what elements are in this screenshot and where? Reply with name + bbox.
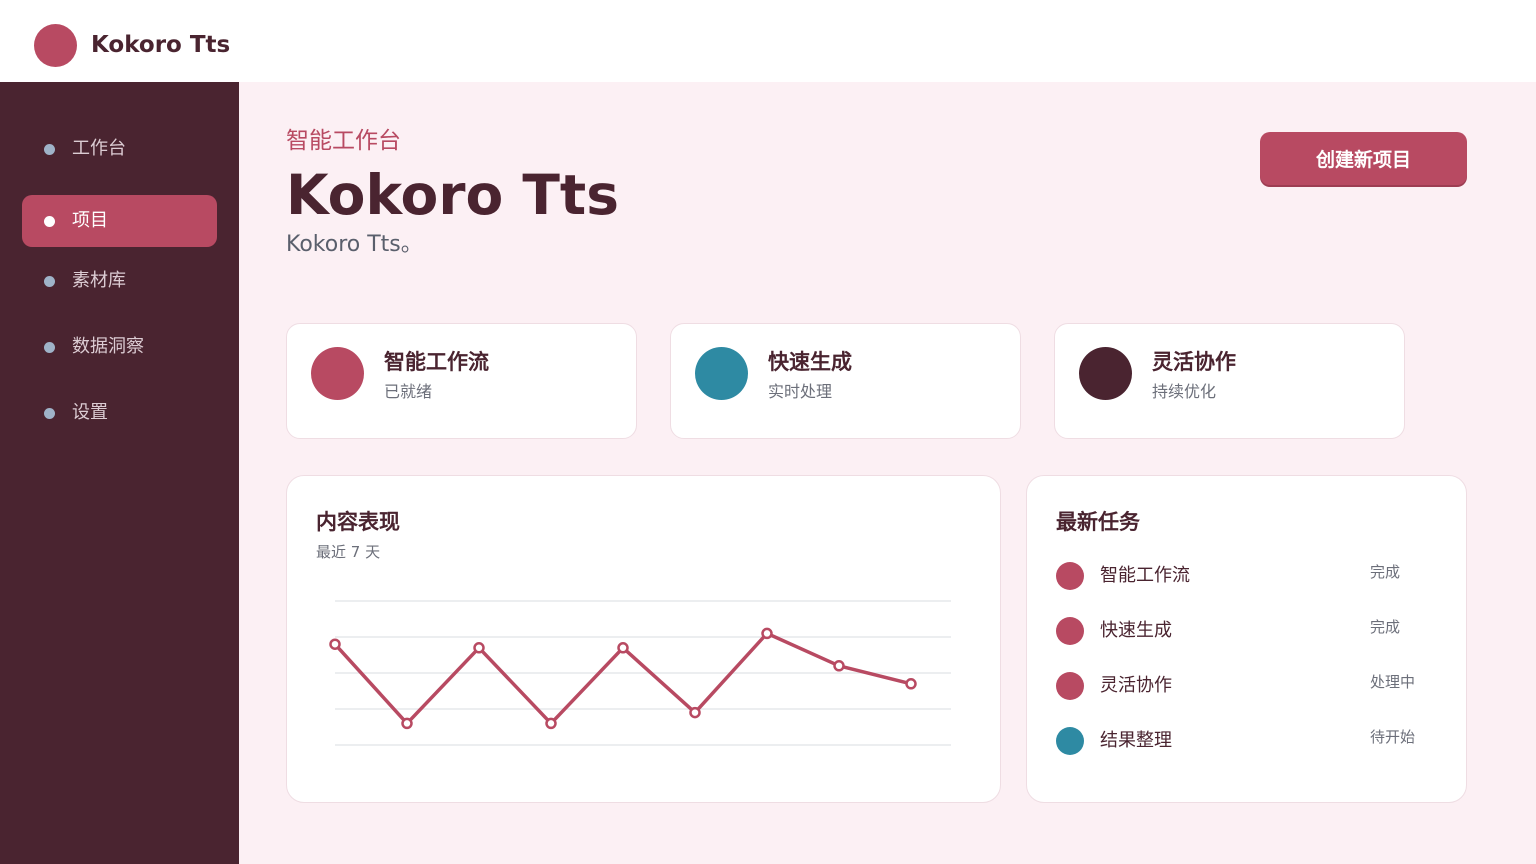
sidebar: 工作台 项目 素材库 数据洞察 设置 (0, 82, 239, 864)
feature-title: 快速生成 (768, 350, 852, 374)
task-status: 待开始 (1370, 728, 1416, 746)
feature-status: 已就绪 (384, 382, 433, 401)
task-name: 结果整理 (1100, 730, 1172, 751)
data-point (761, 627, 773, 640)
data-point (401, 717, 413, 730)
sidebar-item-projects[interactable]: 项目 (22, 195, 217, 247)
data-point (833, 660, 845, 672)
sidebar-item-label: 设置 (72, 402, 108, 423)
create-project-button[interactable]: 创建新项目 (1260, 132, 1467, 185)
feature-circle-icon (311, 347, 364, 400)
sidebar-item-insights[interactable]: 数据洞察 (22, 321, 217, 373)
data-point (545, 717, 557, 730)
sidebar-item-label: 数据洞察 (72, 336, 144, 357)
task-row[interactable]: 快速生成 完成 (1056, 615, 1436, 647)
task-status-dot (1056, 727, 1084, 755)
data-point (617, 642, 629, 654)
page-title: Kokoro Tts (286, 163, 619, 227)
data-point (905, 678, 917, 690)
feature-card-workflow[interactable]: 智能工作流 已就绪 (286, 323, 637, 439)
performance-line-chart (329, 600, 951, 746)
feature-card-collaboration[interactable]: 灵活协作 持续优化 (1054, 323, 1405, 439)
page-eyebrow: 智能工作台 (286, 128, 401, 154)
feature-title: 智能工作流 (384, 350, 489, 374)
task-status: 处理中 (1370, 673, 1416, 691)
feature-status: 持续优化 (1152, 382, 1217, 401)
bullet-icon (44, 216, 55, 227)
data-point (689, 706, 701, 719)
sidebar-item-workbench[interactable]: 工作台 (22, 123, 217, 175)
task-status: 完成 (1370, 563, 1401, 581)
task-name: 快速生成 (1100, 620, 1172, 641)
task-row[interactable]: 智能工作流 完成 (1056, 560, 1436, 592)
feature-circle-icon (1079, 347, 1132, 400)
sidebar-item-settings[interactable]: 设置 (22, 387, 217, 439)
task-status-dot (1056, 672, 1084, 700)
sidebar-item-label: 工作台 (72, 138, 126, 159)
task-name: 智能工作流 (1100, 565, 1190, 586)
data-point (473, 642, 485, 654)
task-status-dot (1056, 617, 1084, 645)
feature-card-generation[interactable]: 快速生成 实时处理 (670, 323, 1021, 439)
task-row[interactable]: 结果整理 待开始 (1056, 725, 1436, 757)
logo-icon (34, 24, 77, 67)
bullet-icon (44, 342, 55, 353)
feature-status: 实时处理 (768, 382, 833, 401)
bullet-icon (44, 408, 55, 419)
top-bar: Kokoro Tts (0, 0, 1536, 82)
app-title: Kokoro Tts (91, 32, 231, 58)
task-name: 灵活协作 (1100, 675, 1172, 696)
feature-circle-icon (695, 347, 748, 400)
page-description: Kokoro Tts。 (286, 232, 423, 257)
task-row[interactable]: 灵活协作 处理中 (1056, 670, 1436, 702)
tasks-panel: 最新任务 智能工作流 完成 快速生成 完成 灵活协作 处理中 结果整理 待开始 (1026, 475, 1467, 803)
task-status: 完成 (1370, 618, 1401, 636)
bullet-icon (44, 276, 55, 287)
sidebar-item-label: 项目 (72, 210, 108, 231)
sidebar-item-label: 素材库 (72, 270, 126, 291)
sidebar-item-assets[interactable]: 素材库 (22, 255, 217, 307)
data-point (329, 638, 341, 650)
performance-panel: 内容表现 最近 7 天 (286, 475, 1001, 803)
panel-title: 最新任务 (1056, 510, 1140, 534)
task-status-dot (1056, 562, 1084, 590)
bullet-icon (44, 144, 55, 155)
feature-title: 灵活协作 (1152, 350, 1236, 374)
